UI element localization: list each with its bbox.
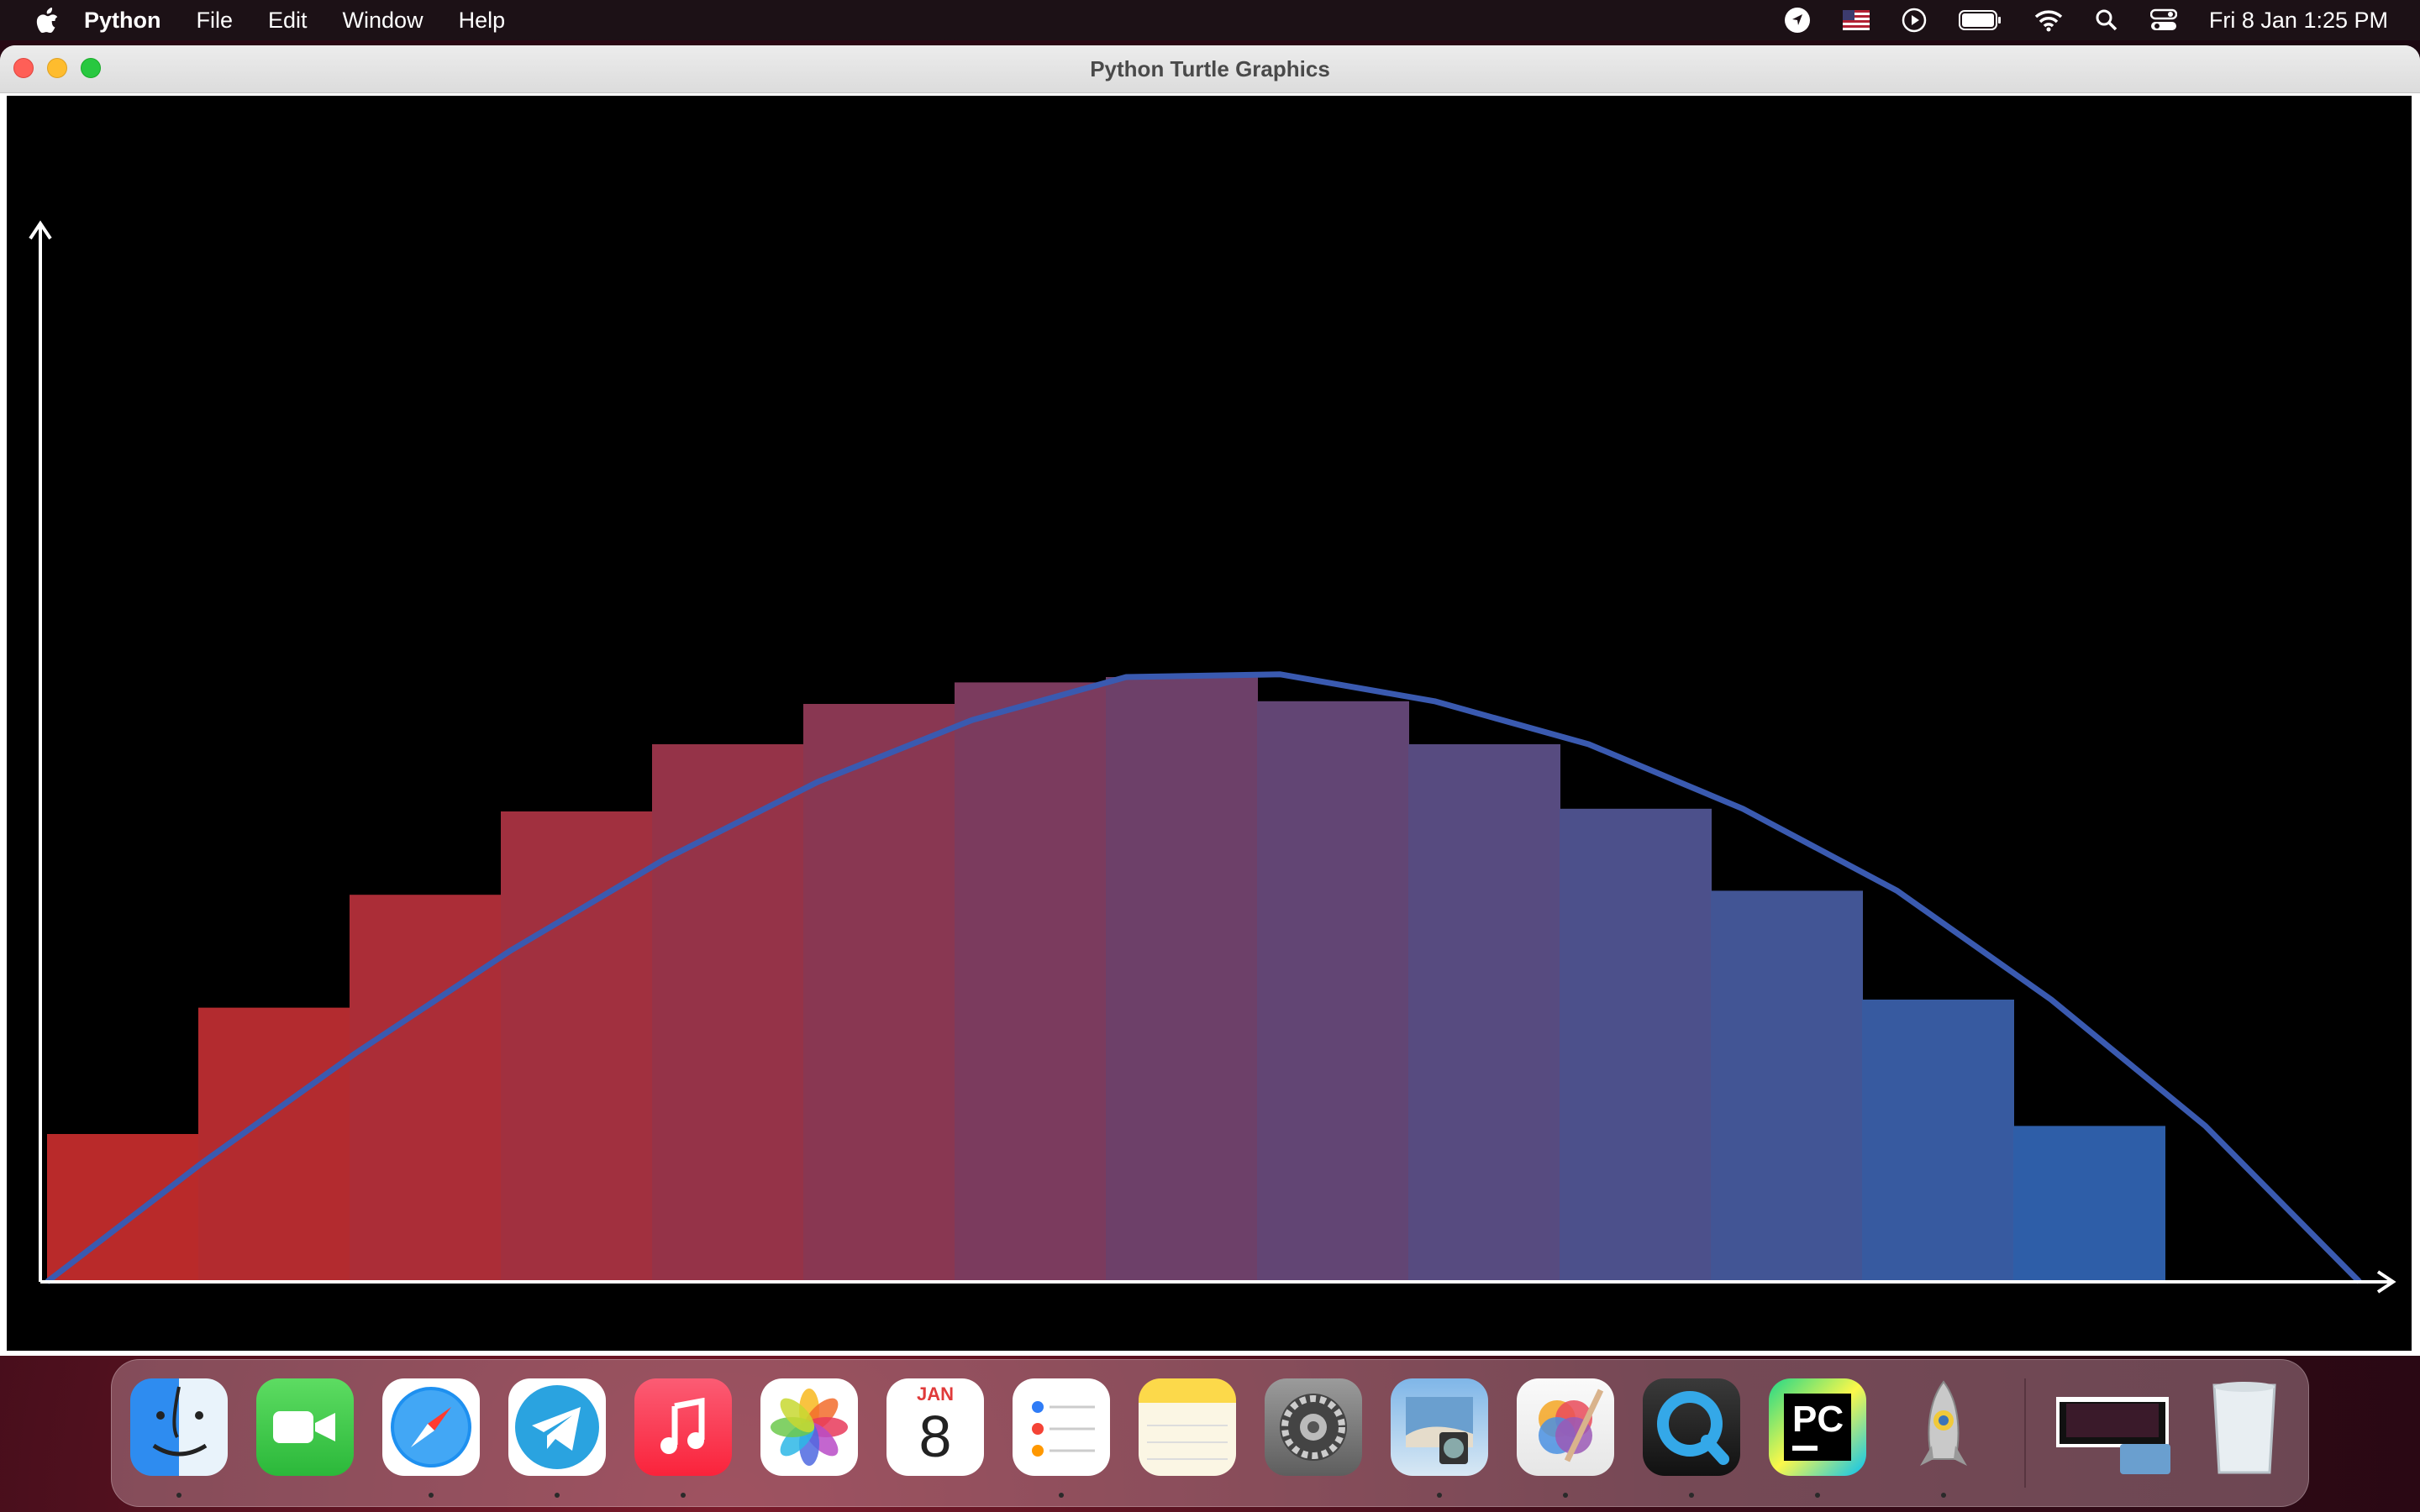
running-indicator: [1059, 1493, 1064, 1498]
menu-help[interactable]: Help: [459, 8, 506, 34]
menu-edit[interactable]: Edit: [268, 8, 308, 34]
bar: [198, 1007, 350, 1282]
bar: [1560, 808, 1712, 1282]
quicktime-icon[interactable]: [1643, 1378, 1740, 1476]
zoom-button[interactable]: [81, 58, 101, 78]
system-preferences-icon[interactable]: [1265, 1378, 1362, 1476]
facetime-icon[interactable]: [256, 1378, 354, 1476]
window-controls: [13, 58, 114, 78]
running-indicator: [681, 1493, 686, 1498]
play-icon[interactable]: [1902, 8, 1927, 33]
minimize-button[interactable]: [47, 58, 67, 78]
bar: [47, 1134, 199, 1282]
running-indicator: [1563, 1493, 1568, 1498]
us-flag-icon[interactable]: [1842, 10, 1870, 30]
trash-icon[interactable]: [2196, 1378, 2293, 1476]
music-icon[interactable]: [634, 1378, 732, 1476]
reminders-icon[interactable]: [1013, 1378, 1110, 1476]
pycharm-icon[interactable]: PC: [1769, 1378, 1866, 1476]
notes-icon[interactable]: [1139, 1378, 1236, 1476]
bar: [1106, 677, 1258, 1282]
battery-icon[interactable]: [1958, 9, 2002, 31]
calendar-day: 8: [918, 1404, 952, 1469]
turtle-window: Python Turtle Graphics: [0, 45, 2420, 1356]
running-indicator: [1941, 1493, 1946, 1498]
safari-icon[interactable]: [382, 1378, 480, 1476]
turtle-canvas[interactable]: [7, 96, 2412, 1351]
location-icon[interactable]: [1784, 7, 1811, 34]
control-center-icon[interactable]: [2149, 8, 2177, 32]
bar: [2013, 1126, 2165, 1282]
menu-file[interactable]: File: [197, 8, 234, 34]
bar-chart: [29, 220, 2396, 1294]
bar: [803, 704, 955, 1282]
running-indicator: [1689, 1493, 1694, 1498]
bar: [350, 895, 502, 1282]
running-indicator: [429, 1493, 434, 1498]
python-launcher-icon[interactable]: [1895, 1378, 1992, 1476]
running-indicator: [1437, 1493, 1442, 1498]
calendar-month: JAN: [916, 1383, 954, 1404]
running-indicator: [555, 1493, 560, 1498]
bar: [955, 682, 1107, 1282]
window-title: Python Turtle Graphics: [1090, 55, 1330, 81]
calendar-icon[interactable]: JAN 8: [886, 1378, 984, 1476]
apple-logo-icon[interactable]: [35, 7, 60, 34]
close-button[interactable]: [13, 58, 34, 78]
wifi-icon[interactable]: [2034, 8, 2063, 32]
finder-icon[interactable]: [130, 1378, 228, 1476]
bar: [1711, 890, 1863, 1282]
menu-window[interactable]: Window: [343, 8, 424, 34]
dock-separator: [2024, 1378, 2026, 1488]
bar: [1408, 744, 1560, 1282]
pixelmator-icon[interactable]: [1517, 1378, 1614, 1476]
minimized-window-thumbnail[interactable]: [2053, 1378, 2179, 1476]
bars-group: [47, 677, 2165, 1282]
running-indicator: [176, 1493, 182, 1498]
telegram-icon[interactable]: [508, 1378, 606, 1476]
pycharm-label: PC: [1792, 1399, 1844, 1440]
window-titlebar[interactable]: Python Turtle Graphics: [0, 45, 2420, 93]
bar: [1862, 1000, 2014, 1282]
dock: JAN 8 PC: [111, 1359, 2309, 1507]
bar: [1257, 701, 1409, 1282]
search-icon[interactable]: [2095, 8, 2118, 32]
menu-bar: Python File Edit Window Help Fri 8 Jan 1…: [0, 0, 2420, 40]
app-menu-python[interactable]: Python: [84, 8, 161, 34]
preview-icon[interactable]: [1391, 1378, 1488, 1476]
photos-icon[interactable]: [760, 1378, 858, 1476]
menubar-clock[interactable]: Fri 8 Jan 1:25 PM: [2209, 8, 2388, 34]
running-indicator: [1815, 1493, 1820, 1498]
